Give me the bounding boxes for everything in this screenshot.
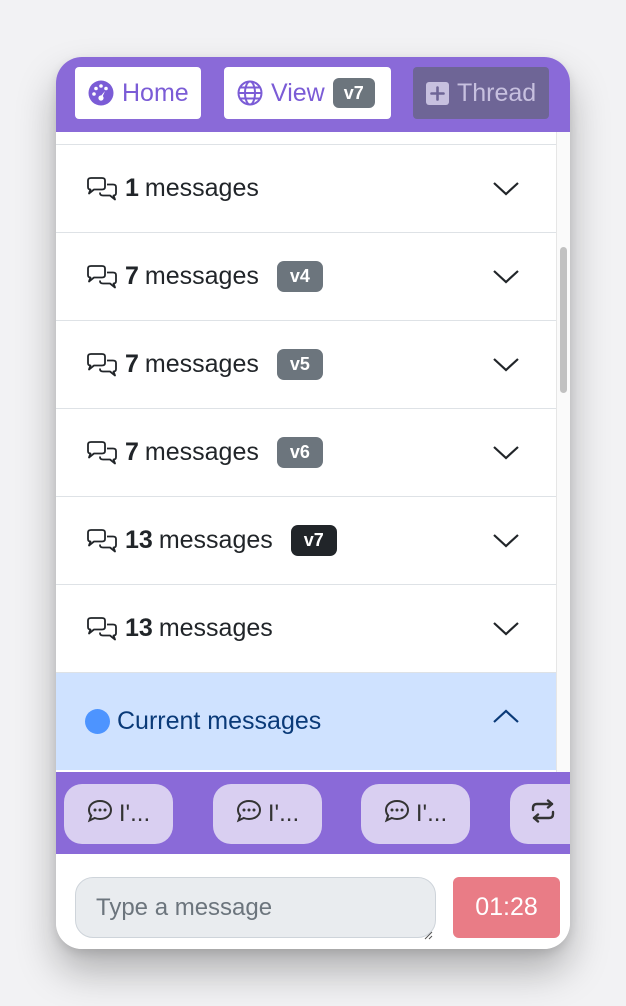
version-badge: v6 [276, 437, 323, 468]
message-count: 1 [125, 174, 139, 202]
chat-dots-icon [384, 799, 410, 830]
chevron-down-icon[interactable] [492, 269, 520, 285]
suggestion-bar: I'... I'... I'... [56, 772, 570, 854]
chat-bubbles-icon [85, 528, 119, 554]
suggestion-chip[interactable]: I'... [213, 784, 322, 844]
chat-dots-icon [87, 799, 113, 830]
refresh-suggestions-button[interactable] [510, 784, 570, 844]
top-nav-bar: Home View v7 Thread [56, 57, 570, 132]
view-version-badge: v7 [332, 78, 375, 108]
message-label: messages [144, 350, 259, 378]
message-count: 13 [125, 526, 153, 554]
thread-row[interactable]: 7 messages v6 [56, 409, 556, 497]
current-indicator-dot [85, 709, 110, 734]
suggestion-chip[interactable]: I'... [64, 784, 173, 844]
thread-row[interactable]: 7 messages v4 [56, 233, 556, 321]
chat-bubbles-icon [85, 440, 119, 466]
chat-bubbles-icon [85, 176, 119, 202]
current-messages-label: Current messages [117, 707, 322, 735]
plus-square-icon [426, 81, 449, 105]
message-count: 7 [125, 350, 139, 378]
thread-row[interactable]: 7 messages v5 [56, 321, 556, 409]
version-badge: v5 [276, 349, 323, 380]
thread-row-partial[interactable] [56, 132, 556, 145]
chat-bubbles-icon [85, 264, 119, 290]
message-label: messages [158, 526, 273, 554]
suggestion-label: I'... [267, 800, 300, 827]
arrow-repeat-icon [530, 798, 556, 830]
chevron-down-icon[interactable] [492, 181, 520, 197]
scrollbar-thumb[interactable] [560, 247, 567, 393]
suggestion-chip[interactable]: I'... [361, 784, 470, 844]
message-count: 7 [125, 438, 139, 466]
view-button[interactable]: View v7 [224, 67, 391, 119]
message-label: messages [158, 614, 273, 642]
message-count: 7 [125, 262, 139, 290]
chevron-up-icon[interactable] [492, 708, 520, 724]
thread-list-scrollbar[interactable] [556, 132, 570, 829]
thread-list: 1 messages 7 messages v4 7 messages v5 7… [56, 132, 556, 829]
view-label: View [271, 78, 325, 107]
chevron-down-icon[interactable] [492, 357, 520, 373]
new-thread-button[interactable]: Thread [413, 67, 549, 119]
chevron-down-icon[interactable] [492, 533, 520, 549]
current-messages-row[interactable]: Current messages [56, 673, 556, 770]
chat-bubbles-icon [85, 352, 119, 378]
thread-label: Thread [457, 78, 537, 107]
suggestion-label: I'... [415, 800, 448, 827]
message-count: 13 [125, 614, 153, 642]
suggestion-label: I'... [118, 800, 151, 827]
message-input[interactable] [75, 877, 436, 938]
thread-row[interactable]: 1 messages [56, 145, 556, 233]
timer-button[interactable]: 01:28 [453, 877, 560, 938]
thread-row[interactable]: 13 messages v7 [56, 497, 556, 585]
chat-panel: Home View v7 Thread 1 messages 7 message… [56, 57, 570, 949]
version-badge-current: v7 [290, 525, 337, 556]
chevron-down-icon[interactable] [492, 621, 520, 637]
message-label: messages [144, 438, 259, 466]
chat-dots-icon [236, 799, 262, 830]
version-badge: v4 [276, 261, 323, 292]
chevron-down-icon[interactable] [492, 445, 520, 461]
resize-handle-icon[interactable] [424, 927, 433, 945]
speedometer-icon [88, 80, 114, 106]
home-label: Home [122, 78, 189, 107]
globe-icon [237, 80, 263, 106]
message-label: messages [144, 174, 259, 202]
home-button[interactable]: Home [75, 67, 201, 119]
thread-row[interactable]: 13 messages [56, 585, 556, 673]
composer: 01:28 [56, 854, 570, 949]
chat-bubbles-icon [85, 616, 119, 642]
message-label: messages [144, 262, 259, 290]
